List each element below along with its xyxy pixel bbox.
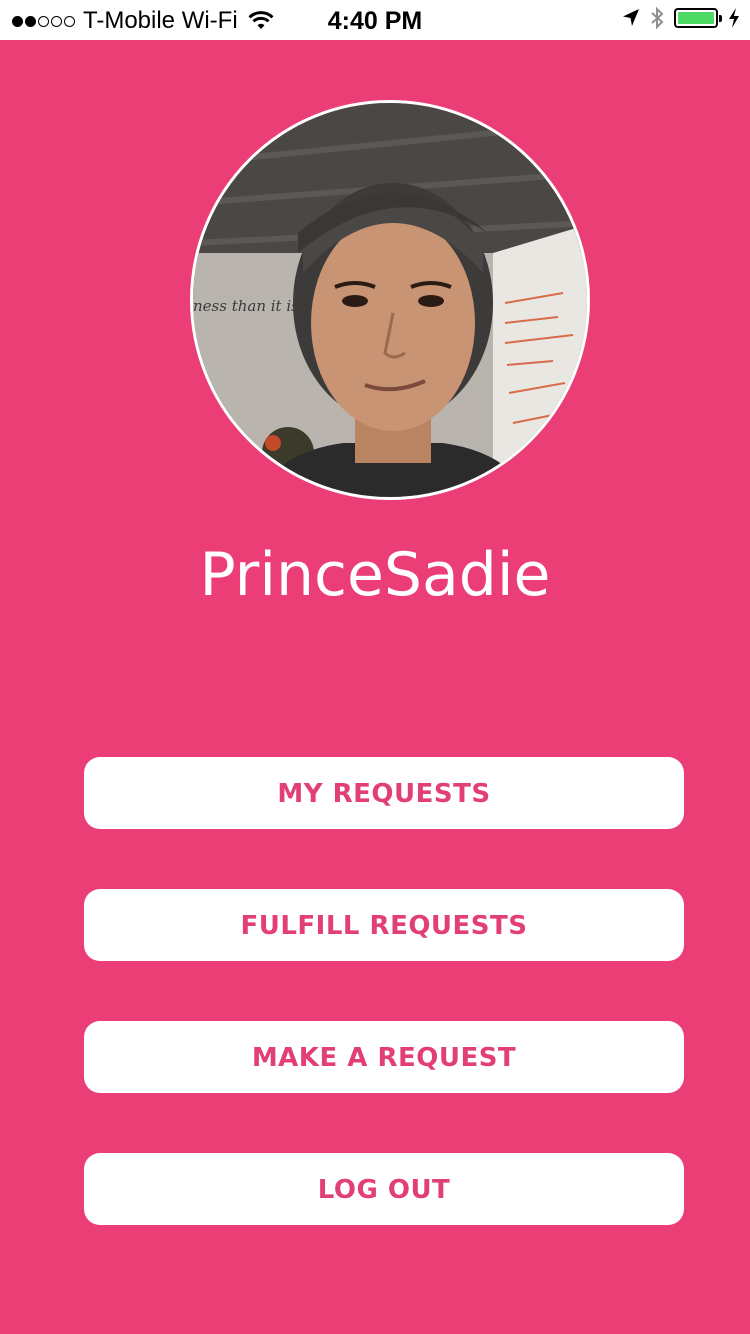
avatar[interactable]: ness than it is t	[190, 100, 590, 500]
location-arrow-icon	[623, 9, 639, 26]
charging-bolt-icon	[729, 8, 739, 28]
bluetooth-icon	[651, 6, 664, 30]
username: PrinceSadie	[199, 540, 551, 610]
battery-icon	[674, 8, 722, 28]
profile-photo: ness than it is t	[193, 103, 587, 497]
photo-whiteboard-text: ness than it is t	[193, 297, 311, 315]
make-request-button[interactable]: MAKE A REQUEST	[84, 1021, 684, 1093]
fulfill-requests-button[interactable]: FULFILL REQUESTS	[84, 889, 684, 961]
my-requests-button[interactable]: MY REQUESTS	[84, 757, 684, 829]
status-bar: T-Mobile Wi-Fi 4:40 PM	[0, 0, 750, 40]
battery-level	[678, 12, 714, 24]
log-out-button[interactable]: LOG OUT	[84, 1153, 684, 1225]
